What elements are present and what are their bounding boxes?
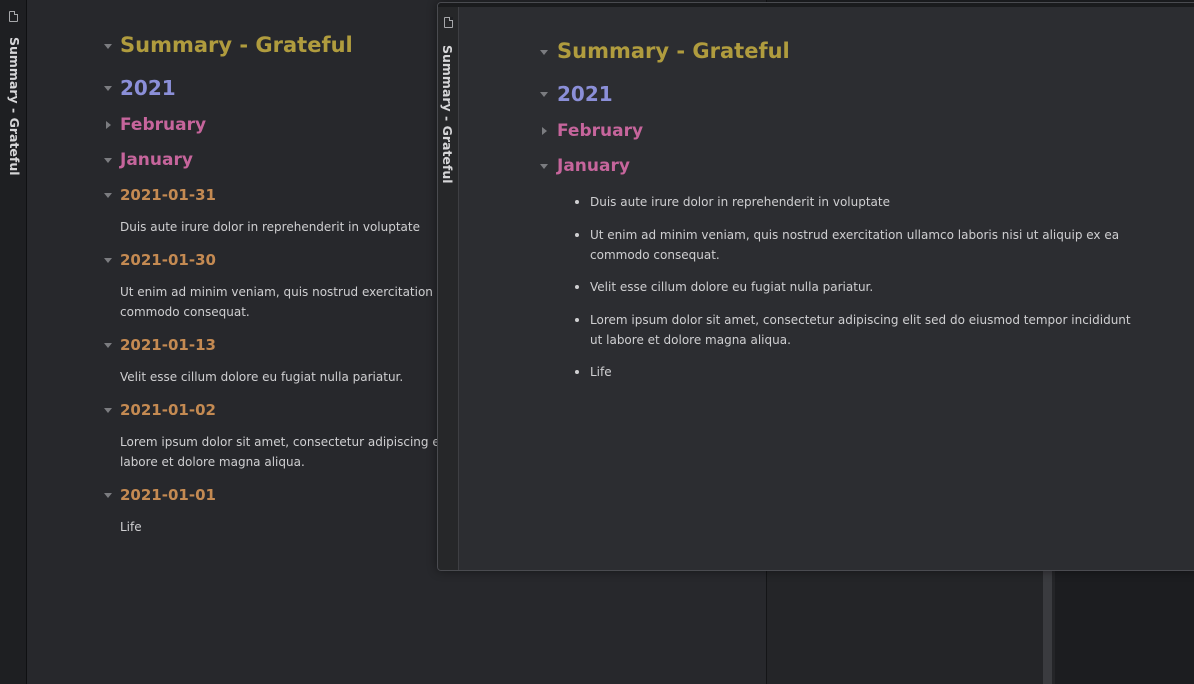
expand-chevron-right-icon[interactable]: [542, 127, 547, 135]
collapse-chevron-down-icon[interactable]: [104, 193, 112, 198]
expand-chevron-right-icon[interactable]: [106, 121, 111, 129]
heading-month-january: January: [120, 150, 193, 170]
list-item: Lorem ipsum dolor sit amet, consectetur …: [575, 310, 1145, 350]
background-pane-dark: [1055, 568, 1194, 684]
collapse-chevron-down-icon[interactable]: [540, 50, 548, 55]
entry-text: Life: [120, 520, 142, 534]
collapse-chevron-down-icon[interactable]: [540, 164, 548, 169]
scrollbar[interactable]: [1043, 568, 1052, 684]
back-vertical-tab-title[interactable]: Summary - Grateful: [7, 37, 22, 176]
heading-year: 2021: [557, 82, 613, 106]
collapse-chevron-down-icon[interactable]: [104, 343, 112, 348]
heading-month-february: February: [120, 115, 207, 135]
heading-date: 2021-01-02: [120, 401, 216, 419]
list-item: Velit esse cillum dolore eu fugiat nulla…: [575, 277, 1145, 297]
front-vertical-tab-title[interactable]: Summary - Grateful: [440, 45, 455, 184]
entry-text: Velit esse cillum dolore eu fugiat nulla…: [120, 370, 404, 384]
front-editor-pane: Summary - Grateful 2021 February January…: [459, 7, 1194, 570]
heading-title: Summary - Grateful: [120, 33, 353, 57]
heading-year: 2021: [120, 76, 176, 100]
entry-text: Duis aute irure dolor in reprehenderit i…: [120, 220, 420, 234]
file-icon[interactable]: [9, 11, 18, 22]
collapse-chevron-down-icon[interactable]: [104, 158, 112, 163]
list-item: Life: [575, 362, 1145, 382]
collapse-chevron-down-icon[interactable]: [104, 44, 112, 49]
collapse-chevron-down-icon[interactable]: [104, 493, 112, 498]
popout-window: Summary - Grateful Summary - Grateful 20…: [437, 2, 1194, 571]
heading-month-february: February: [557, 121, 644, 141]
heading-date: 2021-01-13: [120, 336, 216, 354]
back-sidebar: Summary - Grateful: [0, 0, 27, 684]
front-sidebar: Summary - Grateful: [438, 7, 459, 570]
heading-month-january: January: [557, 156, 630, 176]
collapse-chevron-down-icon[interactable]: [104, 258, 112, 263]
collapse-chevron-down-icon[interactable]: [104, 86, 112, 91]
bullet-list: Duis aute irure dolor in reprehenderit i…: [575, 192, 1145, 395]
heading-date: 2021-01-01: [120, 486, 216, 504]
list-item: Ut enim ad minim veniam, quis nostrud ex…: [575, 225, 1145, 265]
heading-date: 2021-01-31: [120, 186, 216, 204]
collapse-chevron-down-icon[interactable]: [104, 408, 112, 413]
file-icon[interactable]: [444, 17, 453, 28]
list-item: Duis aute irure dolor in reprehenderit i…: [575, 192, 1145, 212]
heading-title: Summary - Grateful: [557, 39, 790, 63]
collapse-chevron-down-icon[interactable]: [540, 92, 548, 97]
heading-date: 2021-01-30: [120, 251, 216, 269]
